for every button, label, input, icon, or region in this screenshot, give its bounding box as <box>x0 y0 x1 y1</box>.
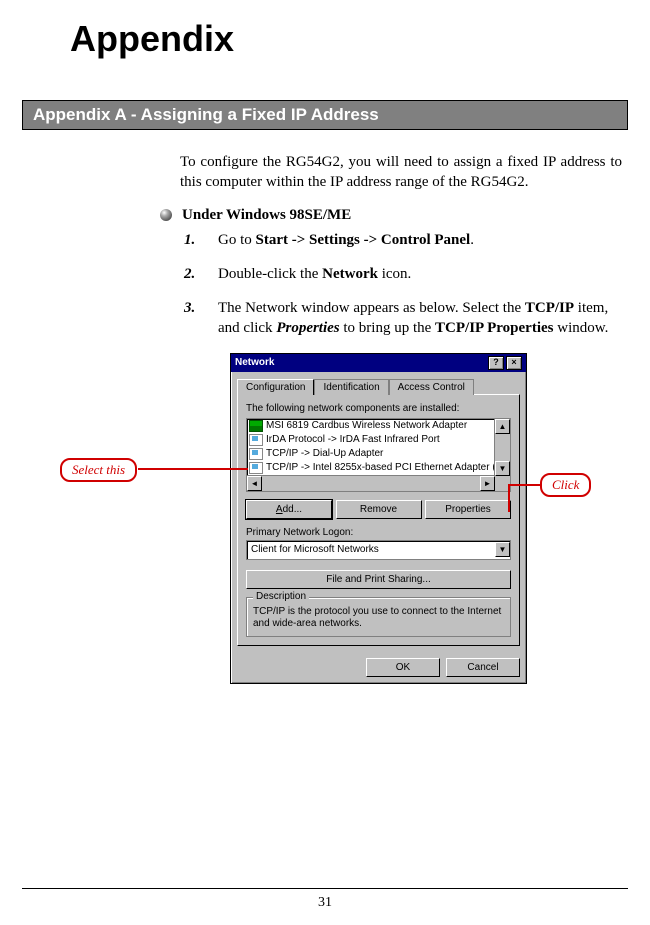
step-2: 2. Double-click the Network icon. <box>184 264 622 284</box>
step-number: 3. <box>184 298 218 339</box>
section-heading-text: Appendix A - Assigning a Fixed IP Addres… <box>33 105 379 124</box>
protocol-icon <box>249 462 263 474</box>
tab-identification[interactable]: Identification <box>314 379 388 395</box>
text: icon. <box>378 266 411 282</box>
dialog-title-text: Network <box>235 357 274 368</box>
footer-rule <box>22 888 628 889</box>
adapter-icon <box>249 420 263 432</box>
list-item[interactable]: TCP/IP -> Intel 8255x-based PCI Ethernet… <box>247 461 495 475</box>
text-bold: Network <box>322 266 378 282</box>
list-item-label: MSI 6819 Cardbus Wireless Network Adapte… <box>266 420 467 431</box>
vertical-scrollbar[interactable]: ▲ ▼ <box>494 419 510 476</box>
components-caption: The following network components are ins… <box>246 403 511 414</box>
subheading-row: Under Windows 98SE/ME <box>160 207 622 224</box>
step-text: Go to Start -> Settings -> Control Panel… <box>218 230 622 250</box>
intro-paragraph: To configure the RG54G2, you will need t… <box>180 152 622 193</box>
callout-line-icon <box>508 484 510 512</box>
combo-dropdown-button[interactable]: ▼ <box>495 542 510 557</box>
callout-select-this: Select this <box>60 458 137 482</box>
text: Go to <box>218 232 256 248</box>
list-item[interactable]: IrDA Protocol -> IrDA Fast Infrared Port <box>247 433 495 447</box>
properties-button[interactable]: Properties <box>425 500 511 519</box>
horizontal-scrollbar[interactable]: ◄ ► <box>247 475 495 491</box>
text: The Network window appears as below. Sel… <box>218 300 525 316</box>
list-item-label: IrDA Protocol -> IrDA Fast Infrared Port <box>266 434 440 445</box>
step-3: 3. The Network window appears as below. … <box>184 298 622 339</box>
text: Double-click the <box>218 266 322 282</box>
step-1: 1. Go to Start -> Settings -> Control Pa… <box>184 230 622 250</box>
scroll-down-button[interactable]: ▼ <box>495 461 510 476</box>
callout-line-icon <box>138 468 248 470</box>
list-item-label: TCP/IP -> Dial-Up Adapter <box>266 448 383 459</box>
protocol-icon <box>249 434 263 446</box>
scroll-up-button[interactable]: ▲ <box>495 419 510 434</box>
scroll-left-button[interactable]: ◄ <box>247 476 262 491</box>
step-text: The Network window appears as below. Sel… <box>218 298 622 339</box>
dialog-titlebar: Network ? × <box>231 354 526 372</box>
page-number: 31 <box>0 895 650 911</box>
file-print-sharing-button[interactable]: File and Print Sharing... <box>246 570 511 589</box>
step-number: 2. <box>184 264 218 284</box>
logon-combo[interactable]: Client for Microsoft Networks ▼ <box>246 540 511 560</box>
logon-label: Primary Network Logon: <box>246 527 511 538</box>
list-item[interactable]: TCP/IP -> Dial-Up Adapter <box>247 447 495 461</box>
dialog-screenshot: Network ? × Configuration Identification… <box>230 353 525 684</box>
step-text: Double-click the Network icon. <box>218 264 622 284</box>
add-button[interactable]: AAdd...dd... <box>246 500 332 519</box>
tab-configuration[interactable]: Configuration <box>237 379 314 395</box>
tab-access-control[interactable]: Access Control <box>389 379 474 395</box>
text-bold: TCP/IP <box>525 300 574 316</box>
help-button[interactable]: ? <box>488 356 504 370</box>
close-button[interactable]: × <box>506 356 522 370</box>
callout-line-icon <box>510 484 540 486</box>
cancel-button[interactable]: Cancel <box>446 658 520 677</box>
text: window. <box>554 320 609 336</box>
step-number: 1. <box>184 230 218 250</box>
text: . <box>470 232 474 248</box>
text: to bring up the <box>340 320 435 336</box>
text-bold: Start -> Settings -> Control Panel <box>256 232 471 248</box>
components-listbox[interactable]: MSI 6819 Cardbus Wireless Network Adapte… <box>246 418 511 492</box>
list-item[interactable]: MSI 6819 Cardbus Wireless Network Adapte… <box>247 419 495 433</box>
description-groupbox: Description TCP/IP is the protocol you u… <box>246 597 511 637</box>
tab-strip: Configuration Identification Access Cont… <box>237 378 520 394</box>
remove-button[interactable]: Remove <box>336 500 422 519</box>
subheading-text: Under Windows 98SE/ME <box>182 207 351 224</box>
bullet-sphere-icon <box>160 209 172 221</box>
callout-click: Click <box>540 473 591 497</box>
scroll-right-button[interactable]: ► <box>480 476 495 491</box>
text-bold: TCP/IP Properties <box>435 320 553 336</box>
description-text: TCP/IP is the protocol you use to connec… <box>253 606 504 630</box>
protocol-icon <box>249 448 263 460</box>
ok-button[interactable]: OK <box>366 658 440 677</box>
list-item-label: TCP/IP -> Intel 8255x-based PCI Ethernet… <box>266 462 495 473</box>
section-heading-bar: Appendix A - Assigning a Fixed IP Addres… <box>22 100 628 130</box>
steps-list: 1. Go to Start -> Settings -> Control Pa… <box>184 230 622 339</box>
combo-value: Client for Microsoft Networks <box>247 544 495 555</box>
text-italic: Properties <box>276 320 339 336</box>
groupbox-title: Description <box>253 591 309 602</box>
network-dialog: Network ? × Configuration Identification… <box>230 353 527 684</box>
tab-panel: The following network components are ins… <box>237 394 520 646</box>
chapter-title: Appendix <box>70 18 650 60</box>
